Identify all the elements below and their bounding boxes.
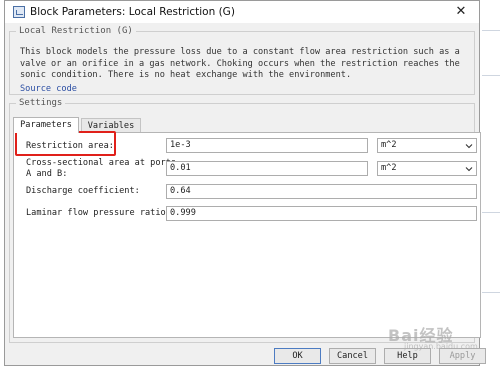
background-canvas-line [482,30,500,31]
restriction-area-input[interactable]: 1e-3 [166,138,368,153]
discharge-coefficient-input[interactable]: 0.64 [166,184,477,199]
parameters-panel: Restriction area: 1e-3 m^2 Cross-section… [13,132,481,338]
settings-group-legend: Settings [16,97,66,109]
restriction-area-unit-select[interactable]: m^2 [377,138,477,153]
cross-sectional-area-label-line2: A and B: [26,169,68,179]
ok-button[interactable]: OK [274,348,321,364]
background-canvas-line [482,212,500,213]
block-params-icon [13,6,25,18]
chevron-down-icon [465,144,473,149]
block-description: This block models the pressure loss due … [20,47,460,80]
cross-sectional-area-label-line1: Cross-sectional area at ports [26,158,177,168]
discharge-coefficient-label: Discharge coefficient: [26,186,140,196]
block-description-group: Local Restriction (G) This block models … [9,25,475,95]
restriction-area-unit-value: m^2 [381,140,397,150]
background-canvas-line [482,75,500,76]
window-title: Block Parameters: Local Restriction (G) [30,6,235,18]
title-bar[interactable]: Block Parameters: Local Restriction (G) … [5,1,479,23]
block-group-legend: Local Restriction (G) [16,25,136,37]
background-canvas-line [482,292,500,293]
cross-sectional-area-input[interactable]: 0.01 [166,161,368,176]
tab-parameters[interactable]: Parameters [13,117,79,133]
cross-sectional-area-unit-select[interactable]: m^2 [377,161,477,176]
close-icon[interactable]: ✕ [453,4,469,20]
laminar-flow-pressure-ratio-input[interactable]: 0.999 [166,206,477,221]
cross-sectional-area-unit-value: m^2 [381,163,397,173]
baidu-watermark-url: jingyan.baidu.com [404,342,478,351]
laminar-flow-pressure-ratio-label: Laminar flow pressure ratio: [26,208,171,218]
chevron-down-icon [465,167,473,172]
block-parameters-dialog: Block Parameters: Local Restriction (G) … [4,0,486,366]
source-code-link[interactable]: Source code [20,84,77,94]
cancel-button[interactable]: Cancel [329,348,376,364]
restriction-area-highlight [15,131,116,156]
